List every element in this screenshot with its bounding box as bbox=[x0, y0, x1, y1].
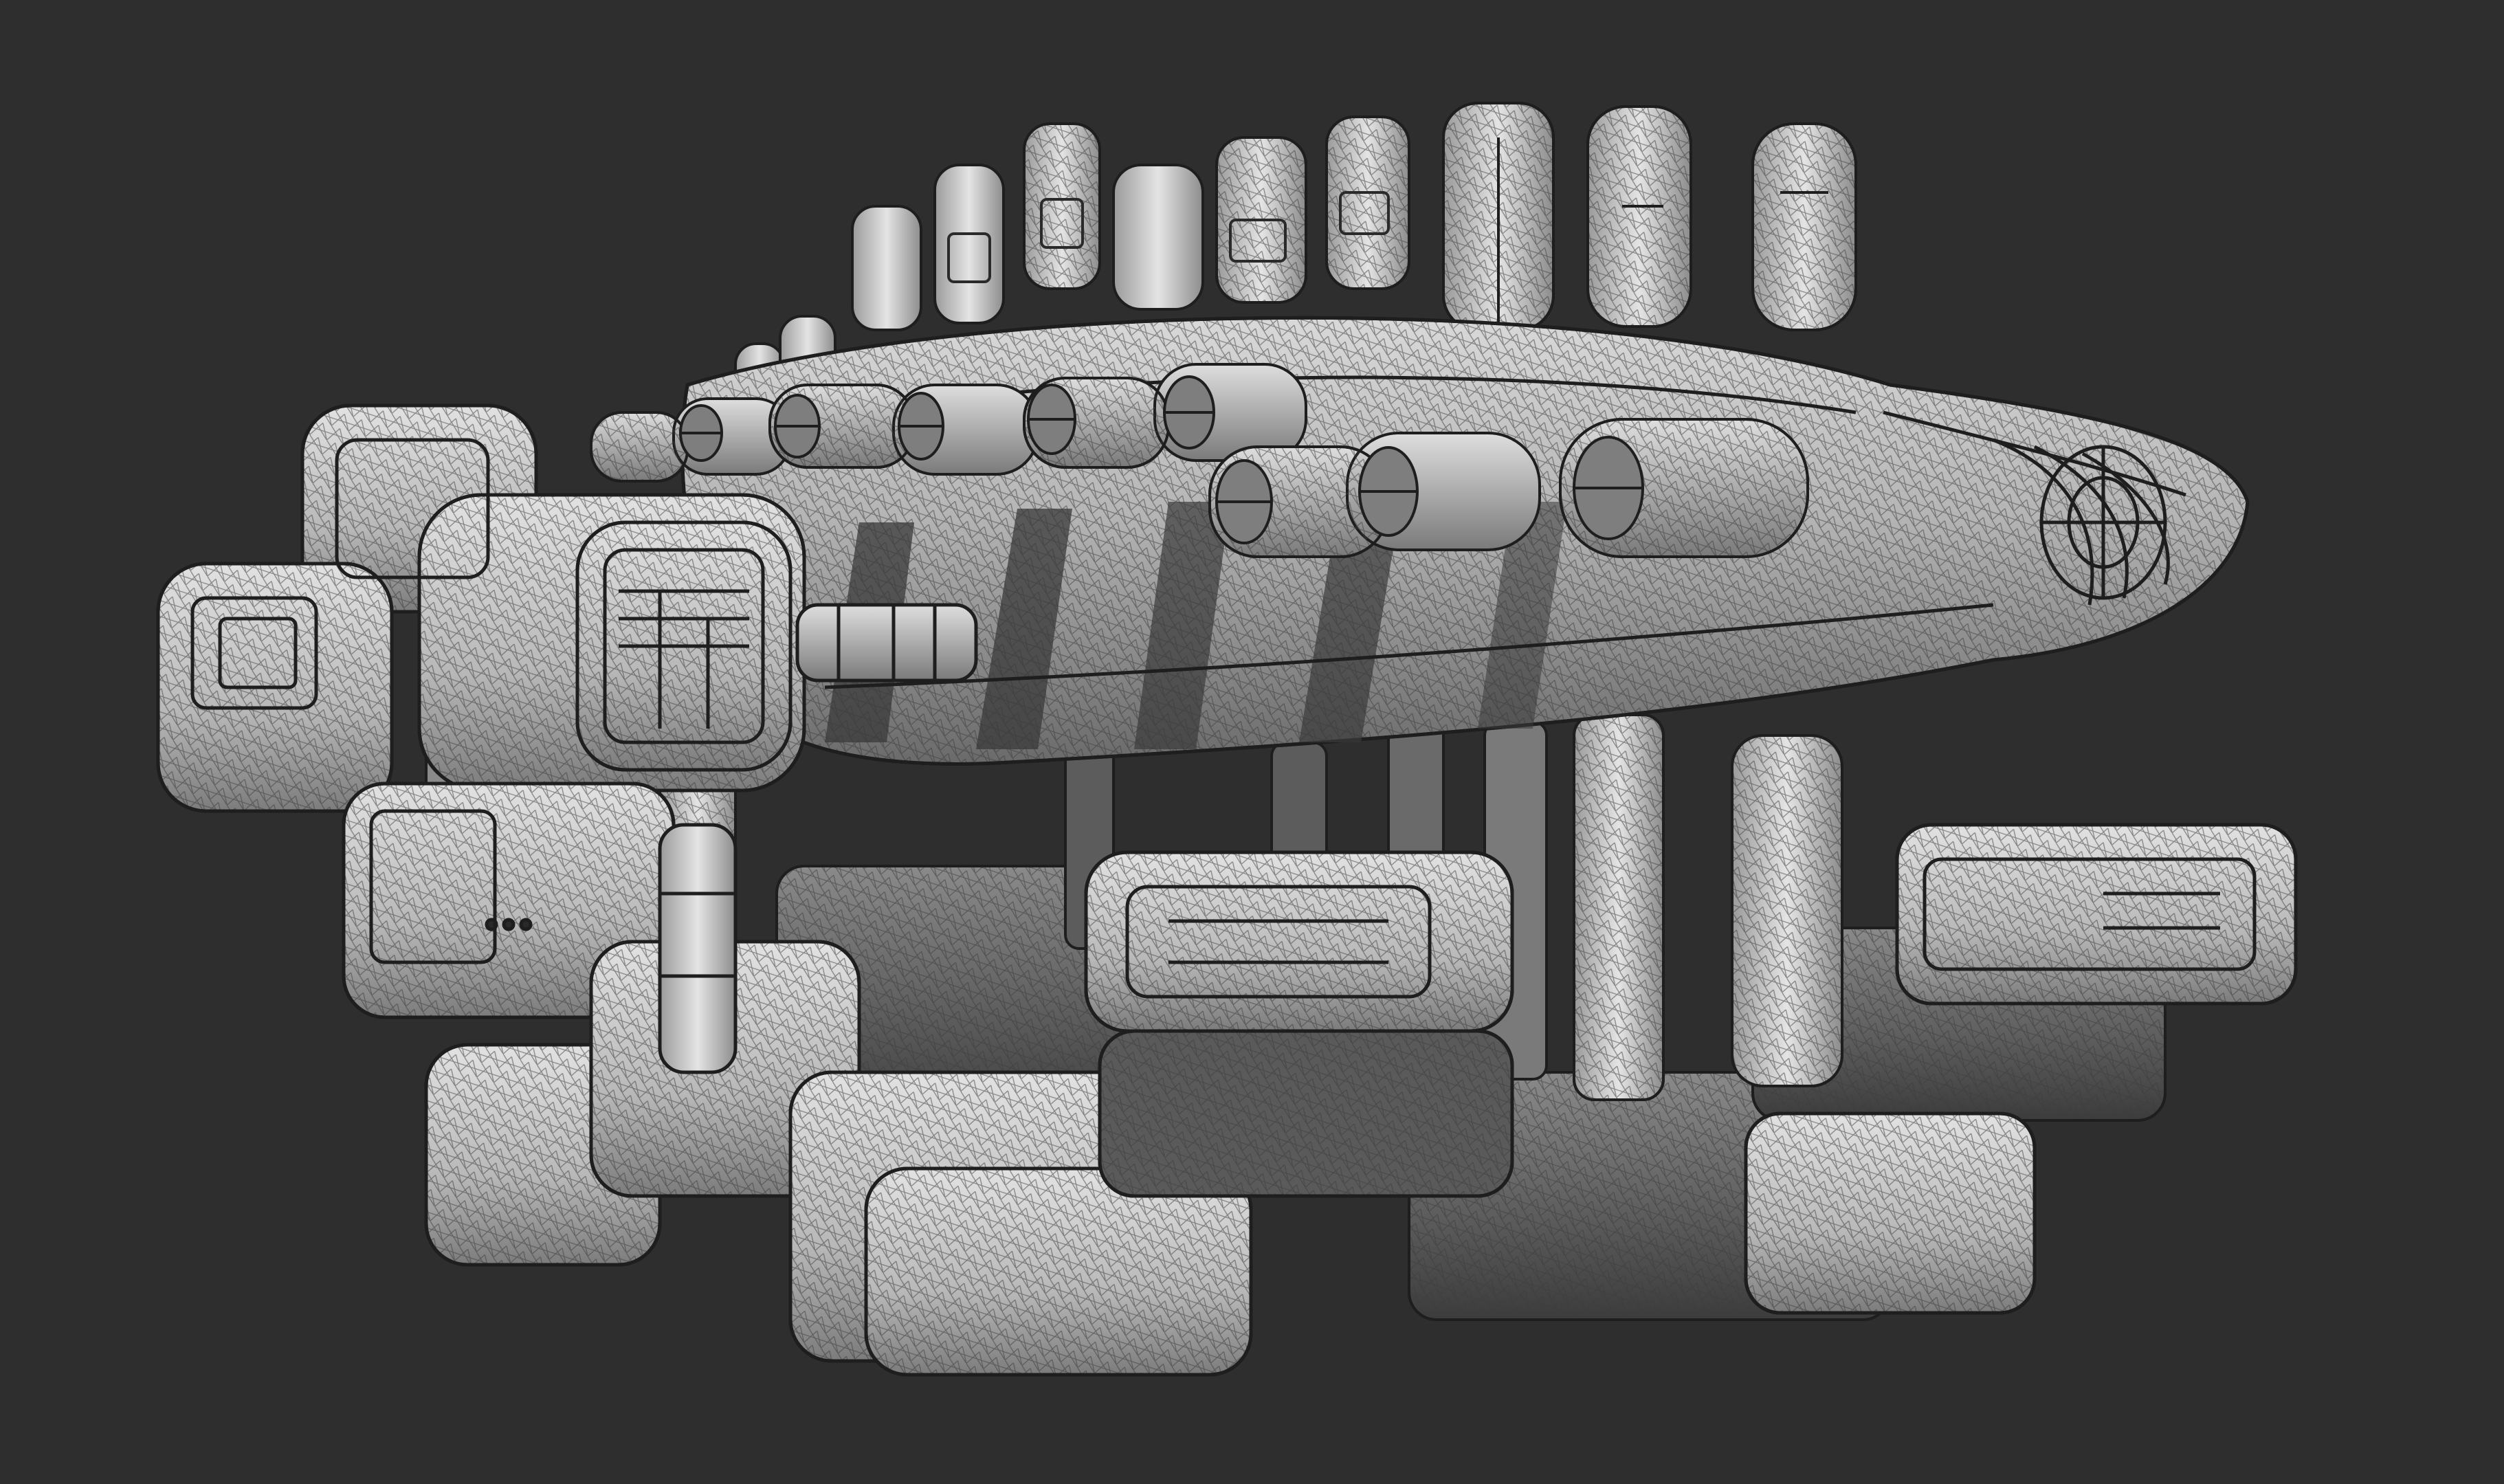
spaceship-model bbox=[156, 102, 2298, 1377]
3d-viewport[interactable] bbox=[0, 0, 2504, 1484]
